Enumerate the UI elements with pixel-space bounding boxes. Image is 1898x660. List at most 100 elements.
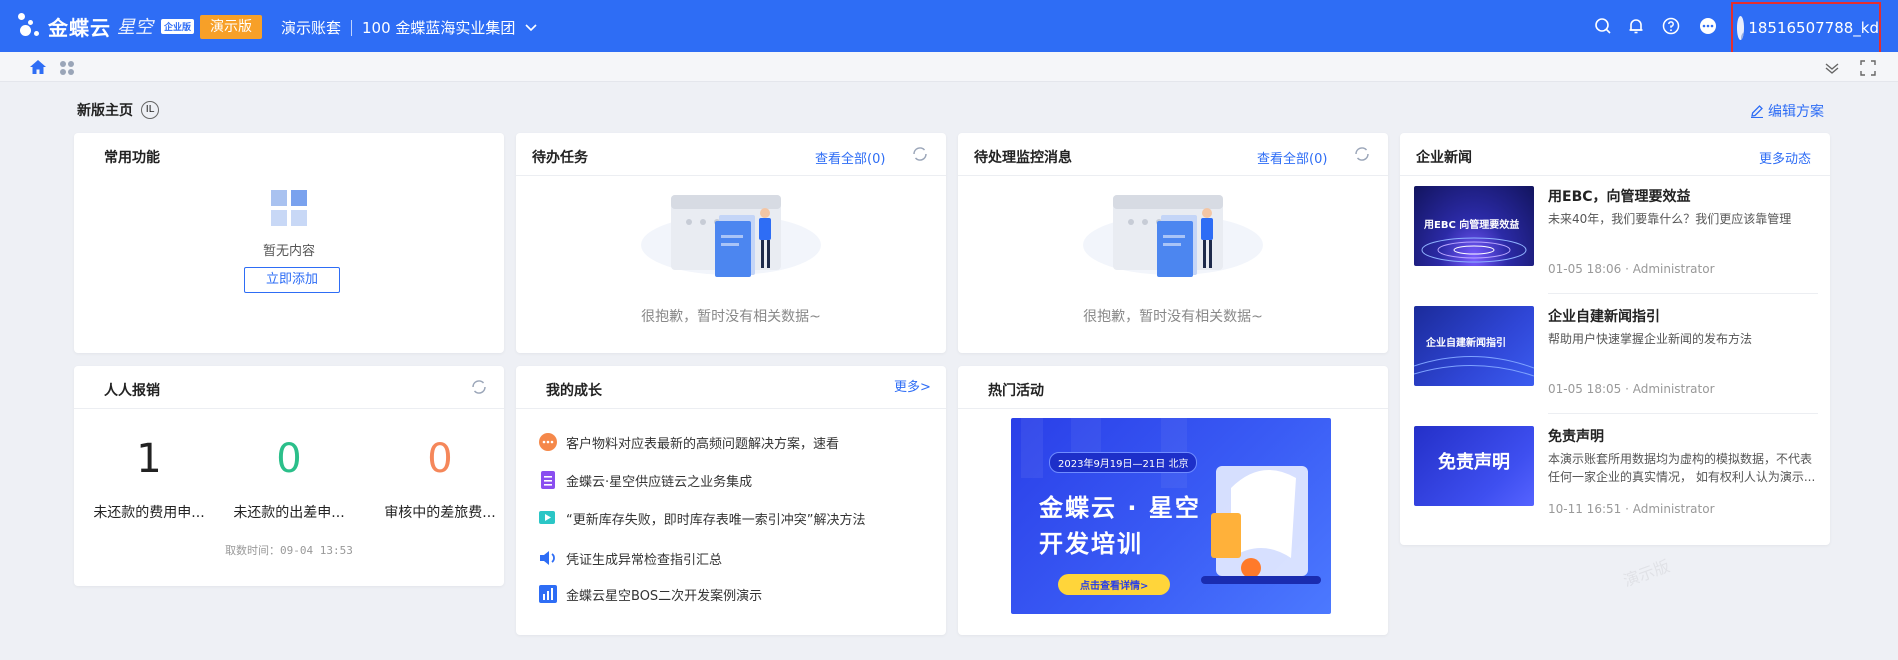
account-switcher[interactable]: 演示账套 100 金蝶蓝海实业集团 xyxy=(281,17,537,38)
company-news-card: 企业新闻 更多动态 用EBC 向管理要效益 用EBC，向管理要效益 未来40年，… xyxy=(1400,133,1830,545)
news-thumbnail-text: 企业自建新闻指引 xyxy=(1426,338,1506,349)
more-icon[interactable] xyxy=(1699,17,1717,35)
growth-item-text: 金蝶云星空BOS二次开发案例演示 xyxy=(566,588,763,604)
monitor-messages-card: 待处理监控消息 查看全部(0) 很抱歉，暂时没有相关数据~ xyxy=(958,133,1388,353)
card-title: 常用功能 xyxy=(104,150,160,166)
divider xyxy=(1548,413,1818,414)
empty-text: 暂无内容 xyxy=(262,244,315,259)
stat-value[interactable]: 0 xyxy=(214,436,364,482)
card-title: 人人报销 xyxy=(104,383,160,399)
demo-version-badge[interactable]: 演示版 xyxy=(200,15,262,39)
news-item[interactable]: 企业自建新闻指引 企业自建新闻指引 帮助用户快速掌握企业新闻的发布方法 01-0… xyxy=(1414,306,1818,414)
banner-subtitle: 开发培训 xyxy=(1039,530,1143,558)
page-title: 新版主页 IL xyxy=(77,100,159,120)
growth-item-text: 凭证生成异常检查指引汇总 xyxy=(566,552,723,568)
news-desc: 未来40年，我们要靠什么？我们更应该靠管理 xyxy=(1548,212,1792,226)
stat-label: 审核中的差旅费... xyxy=(384,505,496,521)
view-all-link[interactable]: 查看全部(0) xyxy=(815,148,885,167)
growth-item[interactable]: 金蝶云·星空供应链云之业务集成 xyxy=(538,470,752,490)
avatar xyxy=(1737,16,1745,40)
card-title: 热门活动 xyxy=(988,383,1044,399)
growth-item-text: 客户物料对应表最新的高频问题解决方案，速看 xyxy=(566,436,840,452)
news-thumbnail-text: 用EBC 向管理要效益 xyxy=(1424,220,1520,231)
stat-label: 未还款的出差申... xyxy=(233,505,345,521)
more-news-link[interactable]: 更多动态 xyxy=(1759,148,1811,167)
expense-card: 人人报销 1 未还款的费用申... 0 未还款的出差申... 0 审核中的差旅费… xyxy=(74,366,504,586)
apps-grid-icon[interactable] xyxy=(59,60,75,76)
news-desc: 帮助用户快速掌握企业新闻的发布方法 xyxy=(1548,332,1753,346)
org-label: 100 金蝶蓝海实业集团 xyxy=(362,19,516,37)
news-desc: 本演示账套所用数据均为虚构的模拟数据，不代表任何一家企业的真实情况， 如有权利人… xyxy=(1548,452,1816,484)
user-menu[interactable]: 18516507788_kd xyxy=(1731,2,1881,54)
divider xyxy=(516,175,946,176)
app-logo[interactable]: 金蝶云 星空 企业版 xyxy=(16,10,195,42)
speaker-icon xyxy=(540,551,555,565)
video-icon xyxy=(539,511,555,524)
search-icon[interactable] xyxy=(1594,17,1612,35)
news-item[interactable]: 免责声明 免责声明 本演示账套所用数据均为虚构的模拟数据，不代表任何一家企业的真… xyxy=(1414,426,1818,526)
news-thumbnail: 企业自建新闻指引 xyxy=(1414,306,1534,386)
stat-value[interactable]: 0 xyxy=(365,436,504,482)
account-set-label: 演示账套 xyxy=(281,19,342,37)
bell-icon[interactable] xyxy=(1627,17,1645,35)
news-meta: 10-11 16:51 · Administrator xyxy=(1548,502,1715,516)
view-all-link[interactable]: 查看全部(0) xyxy=(1257,148,1327,167)
growth-item[interactable]: 金蝶云星空BOS二次开发案例演示 xyxy=(538,584,762,604)
activity-banner[interactable]: 2023年9月19日—21日 北京 金蝶云 · 星空 开发培训 点击查看详情> xyxy=(1011,418,1331,614)
fullscreen-icon[interactable] xyxy=(1860,60,1876,76)
logo-dots-icon xyxy=(16,11,46,41)
home-icon[interactable] xyxy=(29,59,47,75)
empty-text: 很抱歉，暂时没有相关数据~ xyxy=(1083,309,1263,325)
card-title: 企业新闻 xyxy=(1416,150,1472,166)
growth-item[interactable]: “更新库存失败，即时库存表唯一索引冲突”解决方法 xyxy=(538,508,865,528)
card-title: 我的成长 xyxy=(546,383,602,399)
chat-icon xyxy=(539,433,557,451)
add-now-button[interactable]: 立即添加 xyxy=(244,267,340,293)
empty-text: 很抱歉，暂时没有相关数据~ xyxy=(641,309,821,325)
refresh-icon[interactable] xyxy=(470,378,488,396)
divider xyxy=(958,175,1388,176)
help-icon[interactable] xyxy=(1662,17,1680,35)
chevron-down-icon xyxy=(525,23,537,31)
growth-item[interactable]: 凭证生成异常检查指引汇总 xyxy=(538,548,722,568)
document-icon xyxy=(541,471,555,489)
news-thumbnail: 免责声明 xyxy=(1414,426,1534,506)
collapse-down-icon[interactable] xyxy=(1824,60,1840,76)
refresh-icon[interactable] xyxy=(1353,145,1371,163)
divider xyxy=(516,408,946,409)
news-item[interactable]: 用EBC 向管理要效益 用EBC，向管理要效益 未来40年，我们要靠什么？我们更… xyxy=(1414,186,1818,294)
fetch-time: 取数时间：09-04 13:53 xyxy=(225,544,353,557)
stat-value[interactable]: 1 xyxy=(74,436,224,482)
banner-details-button[interactable]: 点击查看详情> xyxy=(1058,574,1171,595)
news-title[interactable]: 免责声明 xyxy=(1548,426,1604,446)
news-meta: 01-05 18:05 · Administrator xyxy=(1548,382,1715,396)
edit-scheme-link[interactable]: 编辑方案 xyxy=(1750,101,1824,121)
username: 18516507788_kd xyxy=(1748,19,1879,37)
growth-item[interactable]: 客户物料对应表最新的高频问题解决方案，速看 xyxy=(538,432,839,452)
empty-illustration xyxy=(1083,195,1263,277)
divider xyxy=(1548,293,1818,294)
growth-item-text: “更新库存失败，即时库存表唯一索引冲突”解决方法 xyxy=(566,512,866,528)
refresh-icon[interactable] xyxy=(911,145,929,163)
pencil-icon xyxy=(1751,105,1763,118)
news-meta: 01-05 18:06 · Administrator xyxy=(1548,262,1715,276)
divider xyxy=(74,408,504,409)
my-growth-card: 我的成长 更多> 客户物料对应表最新的高频问题解决方案，速看 金蝶云·星空供应链… xyxy=(516,366,946,635)
banner-date: 2023年9月19日—21日 北京 xyxy=(1049,452,1198,473)
more-link[interactable]: 更多> xyxy=(894,376,931,395)
top-header: 金蝶云 星空 企业版 演示版 演示账套 100 金蝶蓝海实业集团 1851650… xyxy=(0,0,1898,54)
empty-grid-icon xyxy=(271,190,307,226)
edit-scheme-label: 编辑方案 xyxy=(1768,104,1824,120)
news-thumbnail-text: 免责声明 xyxy=(1438,452,1510,473)
news-thumbnail: 用EBC 向管理要效益 xyxy=(1414,186,1534,266)
edition-badge: 企业版 xyxy=(161,18,195,34)
card-title: 待处理监控消息 xyxy=(974,150,1072,166)
page-title-badge[interactable]: IL xyxy=(141,101,159,119)
news-title[interactable]: 企业自建新闻指引 xyxy=(1548,306,1660,326)
page-title-text: 新版主页 xyxy=(77,103,133,119)
news-title[interactable]: 用EBC，向管理要效益 xyxy=(1548,186,1691,206)
divider xyxy=(351,19,353,36)
logo-sub: 星空 xyxy=(117,17,153,38)
chart-icon xyxy=(539,585,557,603)
stat-label: 未还款的费用申... xyxy=(93,505,205,521)
